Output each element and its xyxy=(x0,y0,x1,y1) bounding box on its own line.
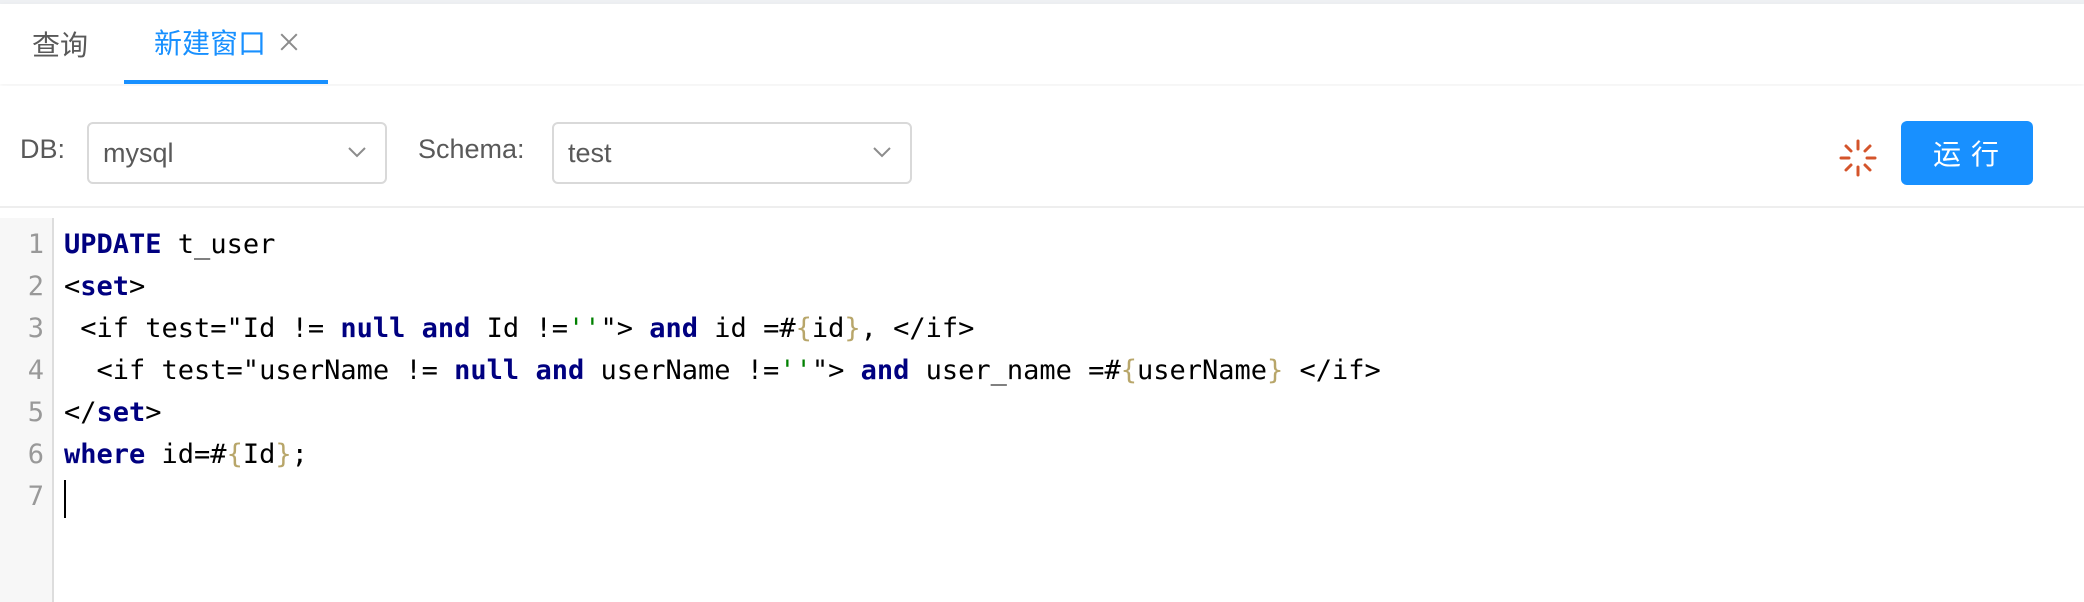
code-token: id=# xyxy=(145,439,227,470)
brace: { xyxy=(1120,355,1137,386)
code-line: where id=#{Id}; xyxy=(64,434,308,476)
sql-keyword: and xyxy=(421,313,471,344)
code-token: userName xyxy=(1136,355,1268,386)
run-button[interactable]: 运行 xyxy=(1901,121,2033,185)
brace: { xyxy=(795,313,812,344)
brace: } xyxy=(1267,355,1284,386)
code-line: <if test="userName != null and userName … xyxy=(64,350,1381,392)
code-token: < xyxy=(64,271,81,302)
code-token: userName != xyxy=(584,355,780,386)
code-token: </if> xyxy=(1283,355,1381,386)
code-token: "> xyxy=(600,313,650,344)
text-cursor xyxy=(64,480,66,518)
brace: } xyxy=(275,439,292,470)
loading-spinner-icon xyxy=(1838,138,1878,178)
schema-select-value: test xyxy=(568,138,612,168)
code-line: <set> xyxy=(64,266,145,308)
code-token: <if test="Id != xyxy=(64,313,341,344)
string-literal: '' xyxy=(567,313,601,344)
schema-label: Schema: xyxy=(418,134,525,164)
sql-keyword: set xyxy=(96,397,146,428)
sql-keyword: set xyxy=(80,271,130,302)
close-icon[interactable] xyxy=(278,31,300,53)
line-number: 6 xyxy=(27,439,44,470)
code-token: user_name =# xyxy=(909,355,1121,386)
brace: } xyxy=(844,313,861,344)
code-token: </ xyxy=(64,397,97,428)
line-number: 5 xyxy=(27,397,44,428)
code-token: ; xyxy=(291,439,308,470)
code-token: > xyxy=(145,397,162,428)
code-token: > xyxy=(129,271,146,302)
brace: { xyxy=(226,439,243,470)
tab-query-label: 查询 xyxy=(32,30,89,61)
sql-keyword: null xyxy=(454,355,520,386)
chevron-down-icon xyxy=(347,142,367,162)
sql-keyword: and xyxy=(649,313,699,344)
tab-new-window[interactable]: 新建窗口 xyxy=(124,4,328,84)
tab-new-window-label: 新建窗口 xyxy=(154,28,267,59)
sql-keyword: where xyxy=(64,439,146,470)
sql-query-app: 查询 新建窗口 DB: mysql Schema: test 运行 1 2 3 … xyxy=(0,0,2084,602)
sql-editor[interactable]: 1234567 UPDATE t_user <set> <if test="Id … xyxy=(0,218,2084,602)
schema-select[interactable]: test xyxy=(552,122,912,184)
tab-bar: 查询 新建窗口 xyxy=(0,4,2084,84)
code-token: t_user xyxy=(161,229,276,260)
sql-keyword: null xyxy=(340,313,406,344)
db-select[interactable]: mysql xyxy=(87,122,387,184)
code-token: id xyxy=(811,313,845,344)
string-literal: '' xyxy=(779,355,812,386)
code-line: <if test="Id != null and Id !=''"> and i… xyxy=(64,308,974,350)
code-line: </set> xyxy=(64,392,162,434)
sql-keyword: and xyxy=(535,355,585,386)
sql-keyword: and xyxy=(860,355,910,386)
code-token: "> xyxy=(811,355,861,386)
code-token: Id != xyxy=(470,313,568,344)
code-line: UPDATE t_user xyxy=(64,224,275,266)
query-toolbar: DB: mysql Schema: test 运行 xyxy=(0,86,2084,208)
code-token: id =# xyxy=(698,313,796,344)
sql-keyword: UPDATE xyxy=(64,229,162,260)
db-select-value: mysql xyxy=(103,138,174,168)
tab-query[interactable]: 查询 xyxy=(32,4,88,84)
line-number: 3 xyxy=(27,313,44,344)
chevron-down-icon xyxy=(872,142,892,162)
line-number: 7 xyxy=(27,481,44,512)
db-label: DB: xyxy=(20,134,66,164)
line-number: 1 xyxy=(27,229,44,260)
code-token: , </if> xyxy=(860,313,975,344)
line-number: 4 xyxy=(27,355,44,386)
code-token: Id xyxy=(242,439,276,470)
code-token: <if test="userName != xyxy=(64,355,455,386)
line-number: 2 xyxy=(27,271,44,302)
